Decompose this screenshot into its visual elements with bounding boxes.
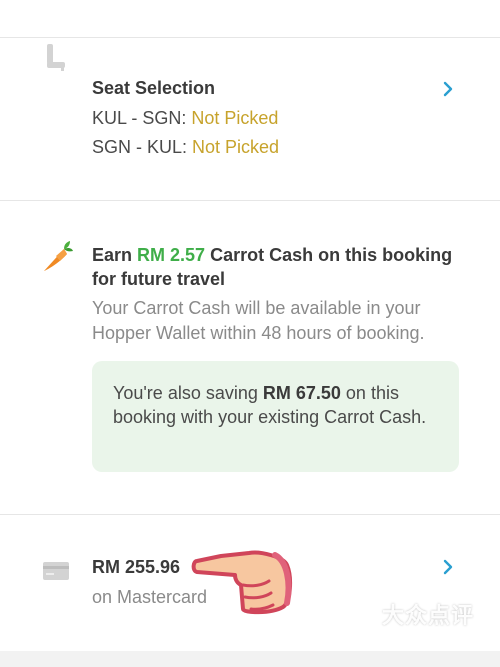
savings-text: You're also saving RM 67.50 on this book… — [113, 381, 443, 429]
payment-method: on Mastercard — [92, 587, 208, 607]
section-divider — [0, 514, 500, 515]
route-kul-sgn: KUL - SGN: Not Picked — [92, 108, 278, 129]
pointing-hand-icon — [191, 550, 293, 615]
carrot-icon — [44, 241, 73, 271]
payment-price: RM 255.96 — [92, 557, 181, 577]
carrot-cash-availability-text: Your Carrot Cash will be available in yo… — [92, 298, 425, 343]
seat-selection-title: Seat Selection — [92, 78, 216, 98]
section-divider — [0, 200, 500, 201]
carrot-cash-earn-text: Earn RM 2.57 Carrot Cash on this booking… — [92, 243, 472, 291]
earn-amount: RM 2.57 — [137, 245, 206, 265]
watermark-text: 大众点评 — [382, 603, 475, 628]
route-sgn-kul: SGN - KUL: Not Picked — [92, 137, 279, 158]
chevron-right-icon[interactable] — [440, 557, 456, 577]
earn-prefix: Earn — [92, 245, 138, 265]
seat-icon — [47, 44, 65, 71]
route-status: Not Picked — [191, 108, 279, 128]
savings-prefix: You're also saving — [113, 383, 263, 403]
savings-amount: RM 67.50 — [262, 383, 341, 403]
bottom-bar — [0, 651, 500, 667]
route-status: Not Picked — [192, 137, 280, 157]
chevron-right-icon[interactable] — [440, 79, 456, 99]
route-label: SGN - KUL: — [92, 137, 193, 157]
watermark: 大众点评 — [340, 597, 474, 631]
credit-card-icon — [43, 562, 69, 580]
savings-callout: You're also saving RM 67.50 on this book… — [92, 361, 459, 472]
dianping-logo-icon — [340, 601, 376, 629]
route-label: KUL - SGN: — [92, 108, 192, 128]
